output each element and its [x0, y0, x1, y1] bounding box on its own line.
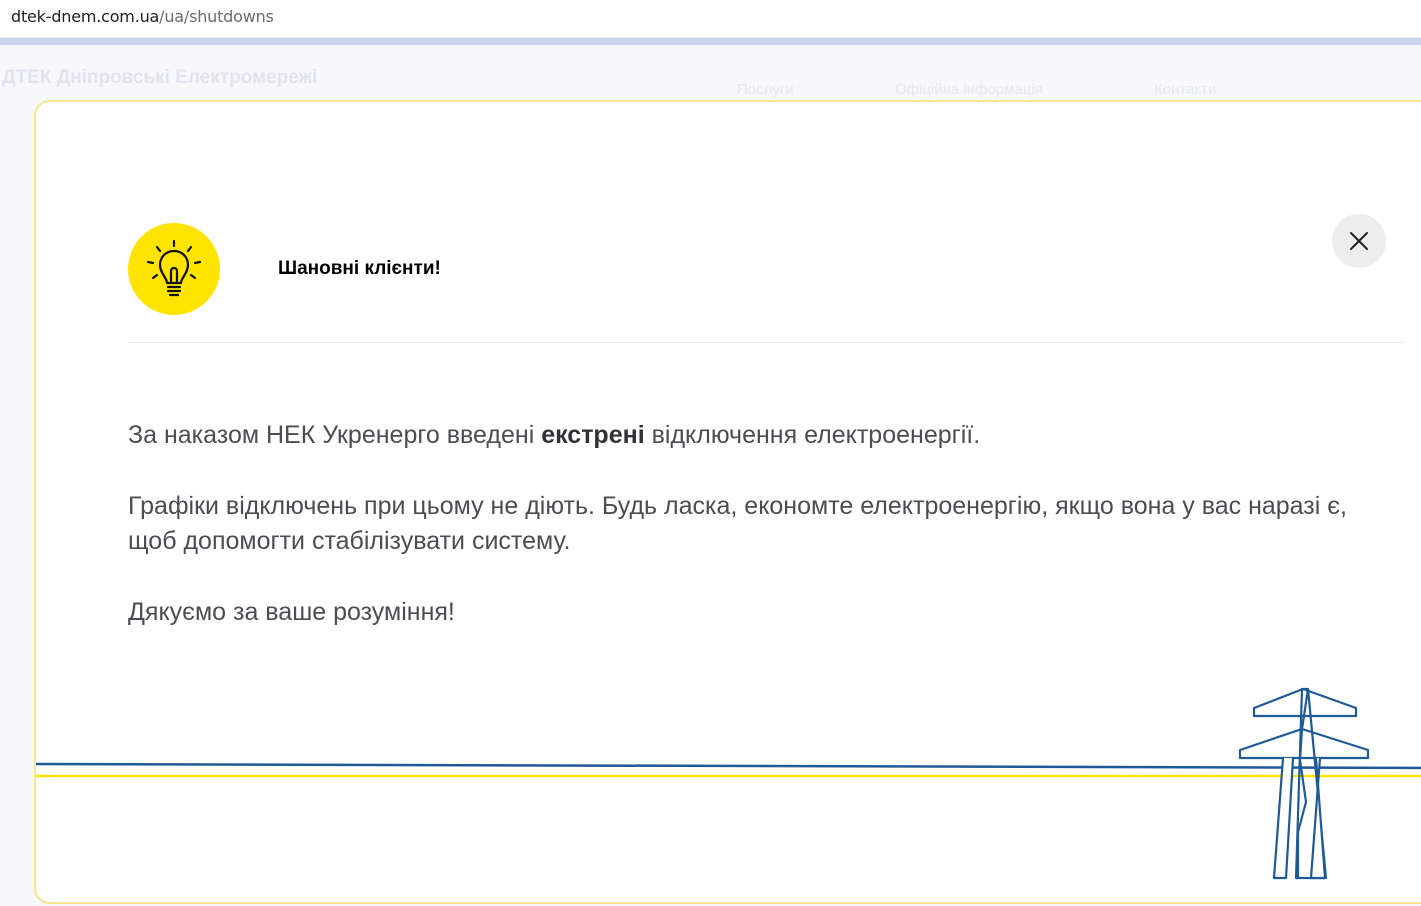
close-button[interactable]: [1332, 214, 1386, 268]
header-divider: [128, 342, 1406, 343]
nav-item-official-info: Офіційна інформація: [895, 81, 1043, 98]
lightbulb-badge: [128, 223, 220, 315]
notice-paragraph-1: За наказом НЕК Укренерго введені екстрен…: [128, 418, 1368, 453]
site-logo-text: ДТЕК Дніпровські Електромережі: [2, 67, 318, 88]
close-icon: [1350, 232, 1368, 250]
lightbulb-icon: [146, 239, 202, 297]
address-bar[interactable]: dtek-dnem.com.ua/ua/shutdowns: [0, 0, 1421, 38]
shutdown-notice-modal: Шановні клієнти! За наказом НЕК Укренерг…: [34, 100, 1421, 904]
power-tower-icon: [1238, 687, 1370, 880]
url-host: dtek-dnem.com.ua: [11, 7, 160, 26]
modal-title: Шановні клієнти!: [278, 258, 441, 279]
notice-p1-end: відключення електроенергії.: [644, 421, 981, 449]
notice-p1-start: За наказом НЕК Укренерго введені: [128, 421, 542, 449]
notice-emphasis: екстрені: [541, 421, 645, 449]
notice-paragraph-3: Дякуємо за ваше розуміння!: [128, 598, 455, 626]
blue-power-line: [36, 762, 1421, 770]
notice-paragraph-2: Графіки відключень при цьому не діють. Б…: [128, 492, 1347, 555]
browser-toolbar-strip: [0, 38, 1421, 45]
power-line-decoration: [36, 687, 1421, 880]
nav-item-contacts: Контакти: [1154, 81, 1217, 98]
url-path: /ua/shutdowns: [159, 7, 274, 26]
url-text[interactable]: dtek-dnem.com.ua/ua/shutdowns: [11, 7, 274, 26]
nav-item-services: Послуги: [737, 81, 794, 98]
